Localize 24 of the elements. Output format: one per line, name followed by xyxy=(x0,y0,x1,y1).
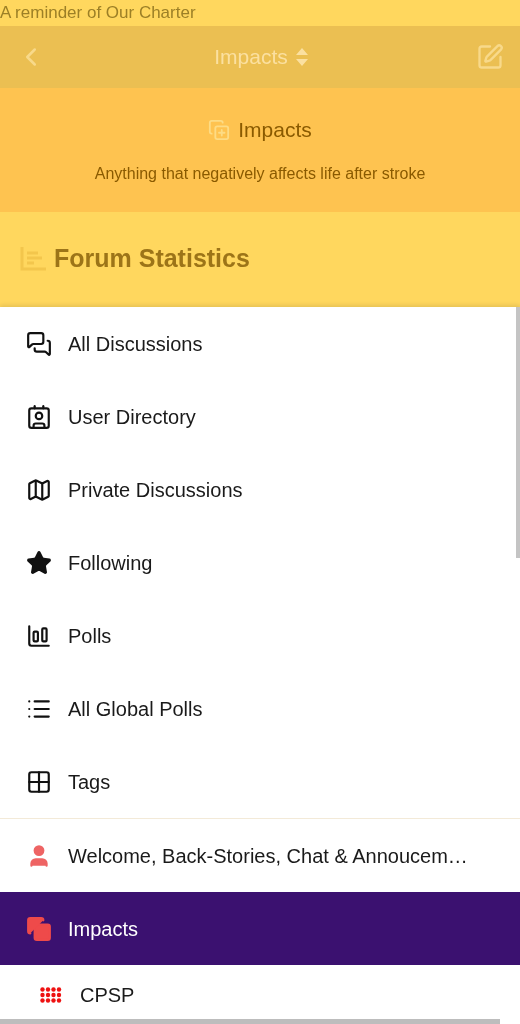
menu-item[interactable]: Tags xyxy=(0,745,520,818)
cards-plus-icon xyxy=(26,915,52,942)
map-icon xyxy=(26,476,52,503)
stats-title: Forum Statistics xyxy=(54,243,250,274)
banner-title: Impacts xyxy=(238,117,312,144)
menu-item[interactable]: User Directory xyxy=(0,380,520,453)
menu-item[interactable]: All Discussions xyxy=(0,307,520,380)
grid-icon xyxy=(26,768,52,795)
cards-plus-icon xyxy=(208,119,231,141)
subcategory-item[interactable]: CPSP xyxy=(0,965,520,1024)
banner-subtitle: Anything that negatively affects life after stroke xyxy=(94,163,426,184)
menu-item[interactable]: Private Discussions xyxy=(0,453,520,526)
category-item[interactable]: Welcome, Back-Stories, Chat & Annoucem… xyxy=(0,819,520,892)
chat-bubbles-icon xyxy=(26,330,52,357)
star-icon xyxy=(26,549,52,576)
dot-grid-icon xyxy=(40,987,64,1003)
menu-item[interactable]: All Global Polls xyxy=(0,672,520,745)
sort-icon xyxy=(295,48,308,66)
bar-chart-icon xyxy=(26,622,52,649)
category-item[interactable]: Impacts xyxy=(0,892,520,965)
menu-item[interactable]: Following xyxy=(0,526,520,599)
menu-item[interactable]: Polls xyxy=(0,599,520,672)
contact-card-icon xyxy=(26,403,52,430)
compose-icon[interactable] xyxy=(476,43,504,71)
